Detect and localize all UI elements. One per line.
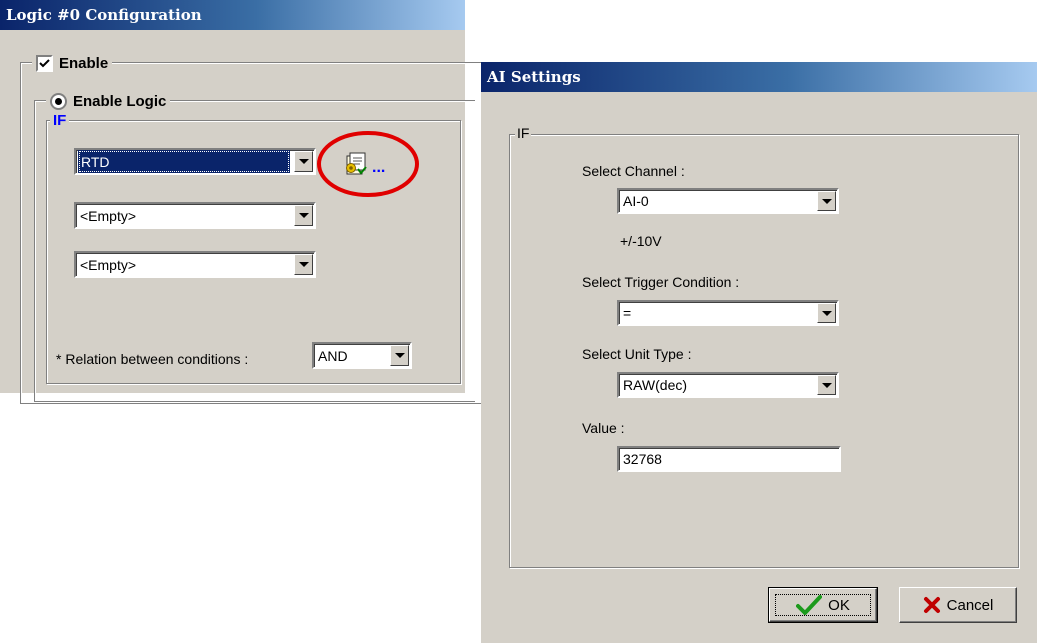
condition-1-combo[interactable]: RTD xyxy=(74,148,316,175)
value-input[interactable]: 32768 xyxy=(617,446,841,472)
dropdown-button[interactable] xyxy=(294,151,313,172)
unit-combo[interactable]: RAW(dec) xyxy=(617,372,839,398)
ok-button[interactable]: OK xyxy=(768,587,878,623)
ai-if-label: IF xyxy=(515,125,532,141)
chevron-down-icon xyxy=(821,198,832,204)
dropdown-button[interactable] xyxy=(294,205,313,226)
highlight-circle xyxy=(317,131,419,197)
trigger-label: Select Trigger Condition : xyxy=(582,274,740,290)
dropdown-button[interactable] xyxy=(390,345,409,366)
enable-logic-label: Enable Logic xyxy=(73,92,167,110)
value-label: Value : xyxy=(582,420,625,436)
relation-combo[interactable]: AND xyxy=(312,342,412,369)
enable-checkbox-row[interactable]: Enable xyxy=(32,53,113,73)
dropdown-button[interactable] xyxy=(294,254,313,275)
trigger-value: = xyxy=(623,305,632,321)
logic-if-label: IF xyxy=(50,112,70,129)
relation-label: * Relation between conditions : xyxy=(56,351,249,367)
chevron-down-icon xyxy=(298,213,309,218)
ai-settings-window: AI Settings IF Select Channel : AI-0 +/-… xyxy=(481,62,1037,643)
ai-settings-titlebar: AI Settings xyxy=(481,62,1037,92)
logic-config-titlebar: Logic #0 Configuration xyxy=(0,0,465,30)
channel-range-label: +/-10V xyxy=(620,233,662,249)
chevron-down-icon xyxy=(821,310,832,316)
enable-checkbox[interactable] xyxy=(36,54,53,72)
condition-3-combo[interactable]: <Empty> xyxy=(74,251,316,278)
unit-value: RAW(dec) xyxy=(623,377,688,393)
enable-logic-radio[interactable] xyxy=(50,92,67,110)
enable-logic-radio-row[interactable]: Enable Logic xyxy=(46,91,171,111)
radio-dot-icon xyxy=(55,97,62,105)
condition-2-value: <Empty> xyxy=(80,207,137,224)
channel-combo[interactable]: AI-0 xyxy=(617,188,839,214)
chevron-down-icon xyxy=(394,353,405,358)
enable-label: Enable xyxy=(59,54,109,72)
close-icon xyxy=(923,597,940,613)
cancel-label: Cancel xyxy=(946,596,994,614)
condition-2-combo[interactable]: <Empty> xyxy=(74,202,316,229)
dropdown-button[interactable] xyxy=(817,191,836,211)
focus-rect xyxy=(775,594,871,616)
dropdown-button[interactable] xyxy=(817,375,836,395)
checkmark-icon xyxy=(39,58,50,67)
trigger-combo[interactable]: = xyxy=(617,300,839,326)
chevron-down-icon xyxy=(821,382,832,388)
condition-3-value: <Empty> xyxy=(80,256,137,273)
condition-1-value: RTD xyxy=(78,150,290,173)
logic-config-window: Logic #0 Configuration Enable Enable Log… xyxy=(0,0,481,404)
unit-label: Select Unit Type : xyxy=(582,346,692,362)
chevron-down-icon xyxy=(298,159,309,164)
channel-label: Select Channel : xyxy=(582,163,685,179)
dropdown-button[interactable] xyxy=(817,303,836,323)
cancel-button[interactable]: Cancel xyxy=(899,587,1017,623)
channel-value: AI-0 xyxy=(623,193,649,209)
relation-value: AND xyxy=(318,347,348,364)
chevron-down-icon xyxy=(298,262,309,267)
